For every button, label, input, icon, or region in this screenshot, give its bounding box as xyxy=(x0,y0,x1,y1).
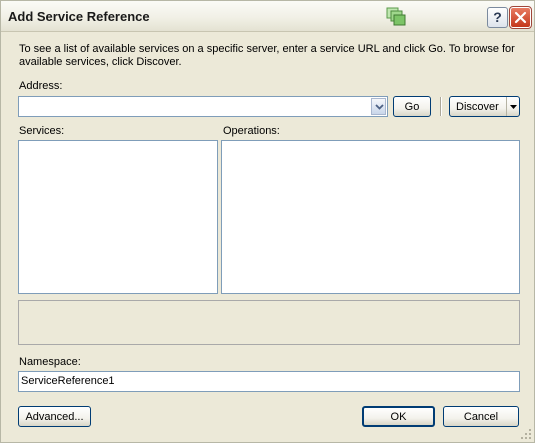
instructions-text: To see a list of available services on a… xyxy=(19,43,515,68)
help-button[interactable]: ? xyxy=(487,7,508,28)
go-button[interactable]: Go xyxy=(393,96,431,117)
close-button[interactable] xyxy=(509,6,532,29)
dropdown-arrow-icon xyxy=(510,105,517,109)
toolbar-separator xyxy=(440,97,442,116)
services-tree[interactable] xyxy=(18,140,218,294)
service-reference-icon xyxy=(386,7,406,26)
ok-button[interactable]: OK xyxy=(362,406,435,427)
window-title: Add Service Reference xyxy=(8,9,150,24)
status-info-panel xyxy=(18,300,520,345)
add-service-reference-dialog: Add Service Reference ? To see a list of… xyxy=(0,0,535,443)
advanced-button[interactable]: Advanced... xyxy=(18,406,91,427)
discover-button-label[interactable]: Discover xyxy=(456,101,499,113)
address-label-text: Address: xyxy=(19,80,63,92)
operations-list[interactable] xyxy=(221,140,520,294)
services-label-text: Services: xyxy=(19,125,65,137)
operations-label-text: Operations: xyxy=(223,125,280,137)
services-label: Services: xyxy=(19,125,64,137)
help-icon: ? xyxy=(493,9,502,25)
address-label: Address: xyxy=(19,80,62,92)
discover-dropdown-button[interactable] xyxy=(506,97,519,116)
namespace-label-text: Namespace: xyxy=(19,356,81,368)
discover-split-button[interactable]: Discover xyxy=(449,96,520,117)
namespace-input[interactable]: ServiceReference1 xyxy=(18,371,520,392)
chevron-down-icon xyxy=(375,104,384,110)
title-bar[interactable]: Add Service Reference ? xyxy=(1,1,534,32)
close-icon xyxy=(514,11,527,24)
cancel-button[interactable]: Cancel xyxy=(443,406,519,427)
resize-grip-icon[interactable] xyxy=(520,428,532,440)
operations-label: Operations: xyxy=(223,125,280,137)
address-combobox[interactable] xyxy=(18,96,388,117)
namespace-label: Namespace: xyxy=(19,356,81,368)
address-dropdown-button[interactable] xyxy=(371,98,386,115)
